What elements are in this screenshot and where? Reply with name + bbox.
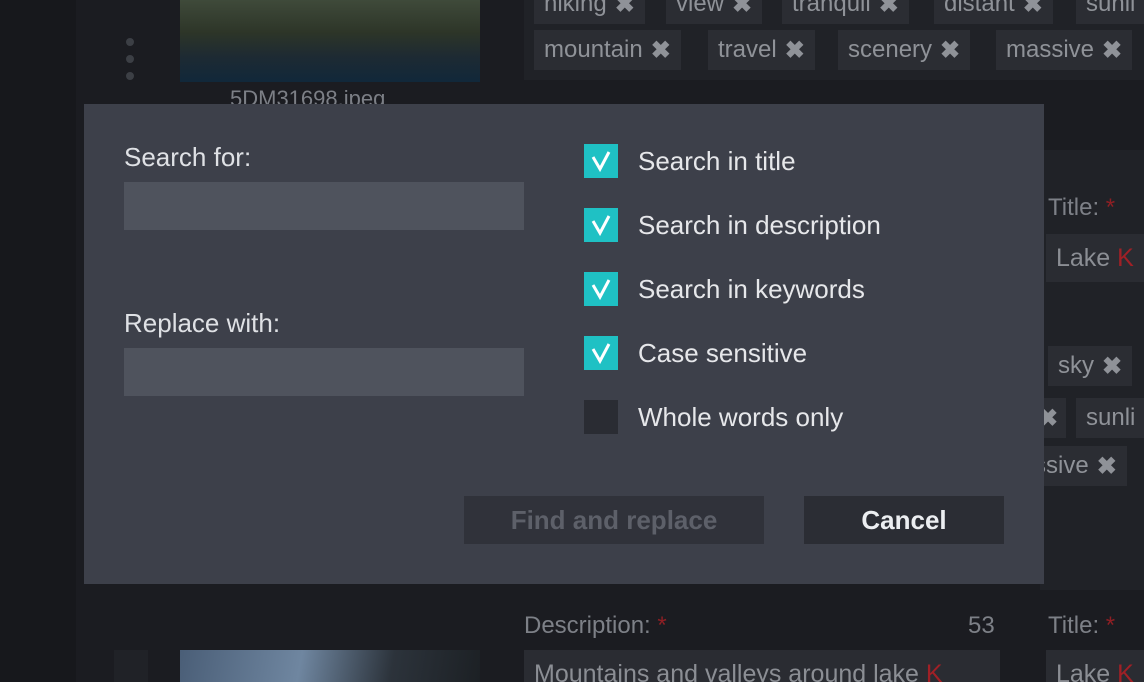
option-case-sensitive[interactable]: Case sensitive bbox=[584, 336, 807, 370]
search-for-label: Search for: bbox=[124, 142, 252, 172]
checkbox[interactable] bbox=[584, 144, 618, 178]
option-label: Case sensitive bbox=[638, 337, 808, 368]
checkbox[interactable] bbox=[584, 208, 618, 242]
checkmark-icon bbox=[591, 151, 611, 173]
option-whole-words-only[interactable]: Whole words only bbox=[584, 400, 843, 434]
replace-with-label: Replace with: bbox=[124, 308, 281, 338]
option-search-in-title[interactable]: Search in title bbox=[584, 144, 796, 178]
option-search-in-keywords[interactable]: Search in keywords bbox=[584, 272, 865, 306]
replace-input[interactable] bbox=[124, 348, 524, 396]
search-input[interactable] bbox=[124, 182, 524, 230]
cancel-button[interactable]: Cancel bbox=[804, 496, 1004, 544]
checkmark-icon bbox=[591, 343, 611, 365]
option-label: Whole words only bbox=[638, 401, 844, 432]
option-search-in-description[interactable]: Search in description bbox=[584, 208, 881, 242]
modal-overlay: Search for: Replace with: Search in titl… bbox=[0, 0, 1144, 682]
find-and-replace-button[interactable]: Find and replace bbox=[464, 496, 764, 544]
checkbox[interactable] bbox=[584, 400, 618, 434]
checkbox[interactable] bbox=[584, 336, 618, 370]
checkbox[interactable] bbox=[584, 272, 618, 306]
option-label: Search in keywords bbox=[638, 273, 865, 304]
checkmark-icon bbox=[591, 279, 611, 301]
option-label: Search in title bbox=[638, 145, 796, 176]
find-replace-dialog: Search for: Replace with: Search in titl… bbox=[84, 104, 1044, 584]
checkmark-icon bbox=[591, 215, 611, 237]
option-label: Search in description bbox=[638, 209, 881, 240]
